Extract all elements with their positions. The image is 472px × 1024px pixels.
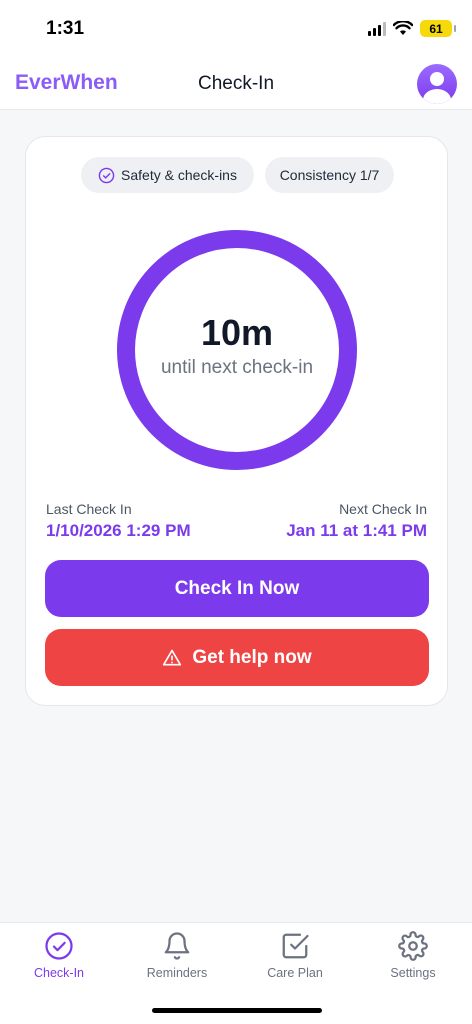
status-icons: 61 <box>368 20 456 37</box>
home-indicator[interactable] <box>152 1008 322 1013</box>
safety-chip-label: Safety & check-ins <box>121 167 237 183</box>
tab-settings-label: Settings <box>390 966 436 980</box>
tab-care-plan-label: Care Plan <box>267 966 323 980</box>
tab-reminders-label: Reminders <box>146 966 208 980</box>
tab-care-plan[interactable]: Care Plan <box>245 931 345 989</box>
bell-icon <box>164 932 190 960</box>
page-title: Check-In <box>197 73 275 94</box>
consistency-chip-label: Consistency 1/7 <box>279 167 380 183</box>
status-time: 1:31 <box>46 18 85 39</box>
last-check-in-label: Last Check In <box>46 501 132 517</box>
check-in-now-label: Check In Now <box>174 577 300 599</box>
battery-indicator: 61 <box>420 20 456 37</box>
tab-reminders[interactable]: Reminders <box>127 931 227 989</box>
check-circle-icon <box>45 932 73 960</box>
consistency-chip[interactable]: Consistency 1/7 <box>265 157 394 193</box>
avatar-head <box>430 72 444 86</box>
countdown-value: 10m <box>200 312 274 353</box>
gear-icon <box>398 931 428 961</box>
cellular-signal-icon <box>368 21 386 36</box>
get-help-label: Get help now <box>192 646 312 668</box>
avatar-body <box>423 89 451 104</box>
countdown-label: until next check-in <box>160 357 314 378</box>
checkbox-icon <box>282 933 309 959</box>
status-bar: 1:31 61 <box>0 0 472 60</box>
check-in-card: Safety & check-ins Consistency 1/7 10m u… <box>25 136 448 706</box>
tab-settings[interactable]: Settings <box>363 931 463 989</box>
safety-chip[interactable]: Safety & check-ins <box>81 157 254 193</box>
last-check-in-value: 1/10/2026 1:29 PM <box>46 521 191 540</box>
warning-icon <box>163 649 182 665</box>
avatar[interactable] <box>417 64 457 104</box>
check-circle-icon <box>98 167 115 183</box>
next-check-in-value: Jan 11 at 1:41 PM <box>286 521 427 540</box>
next-check-in-label: Next Check In <box>339 501 427 517</box>
app-header: EverWhen Check-In <box>0 60 472 110</box>
wifi-icon <box>393 21 413 35</box>
get-help-button[interactable]: Get help now <box>45 629 429 686</box>
countdown-ring: 10m until next check-in <box>117 230 357 470</box>
tab-check-in-label: Check-In <box>33 966 85 980</box>
check-in-now-button[interactable]: Check In Now <box>45 560 429 617</box>
tab-check-in[interactable]: Check-In <box>9 931 109 989</box>
